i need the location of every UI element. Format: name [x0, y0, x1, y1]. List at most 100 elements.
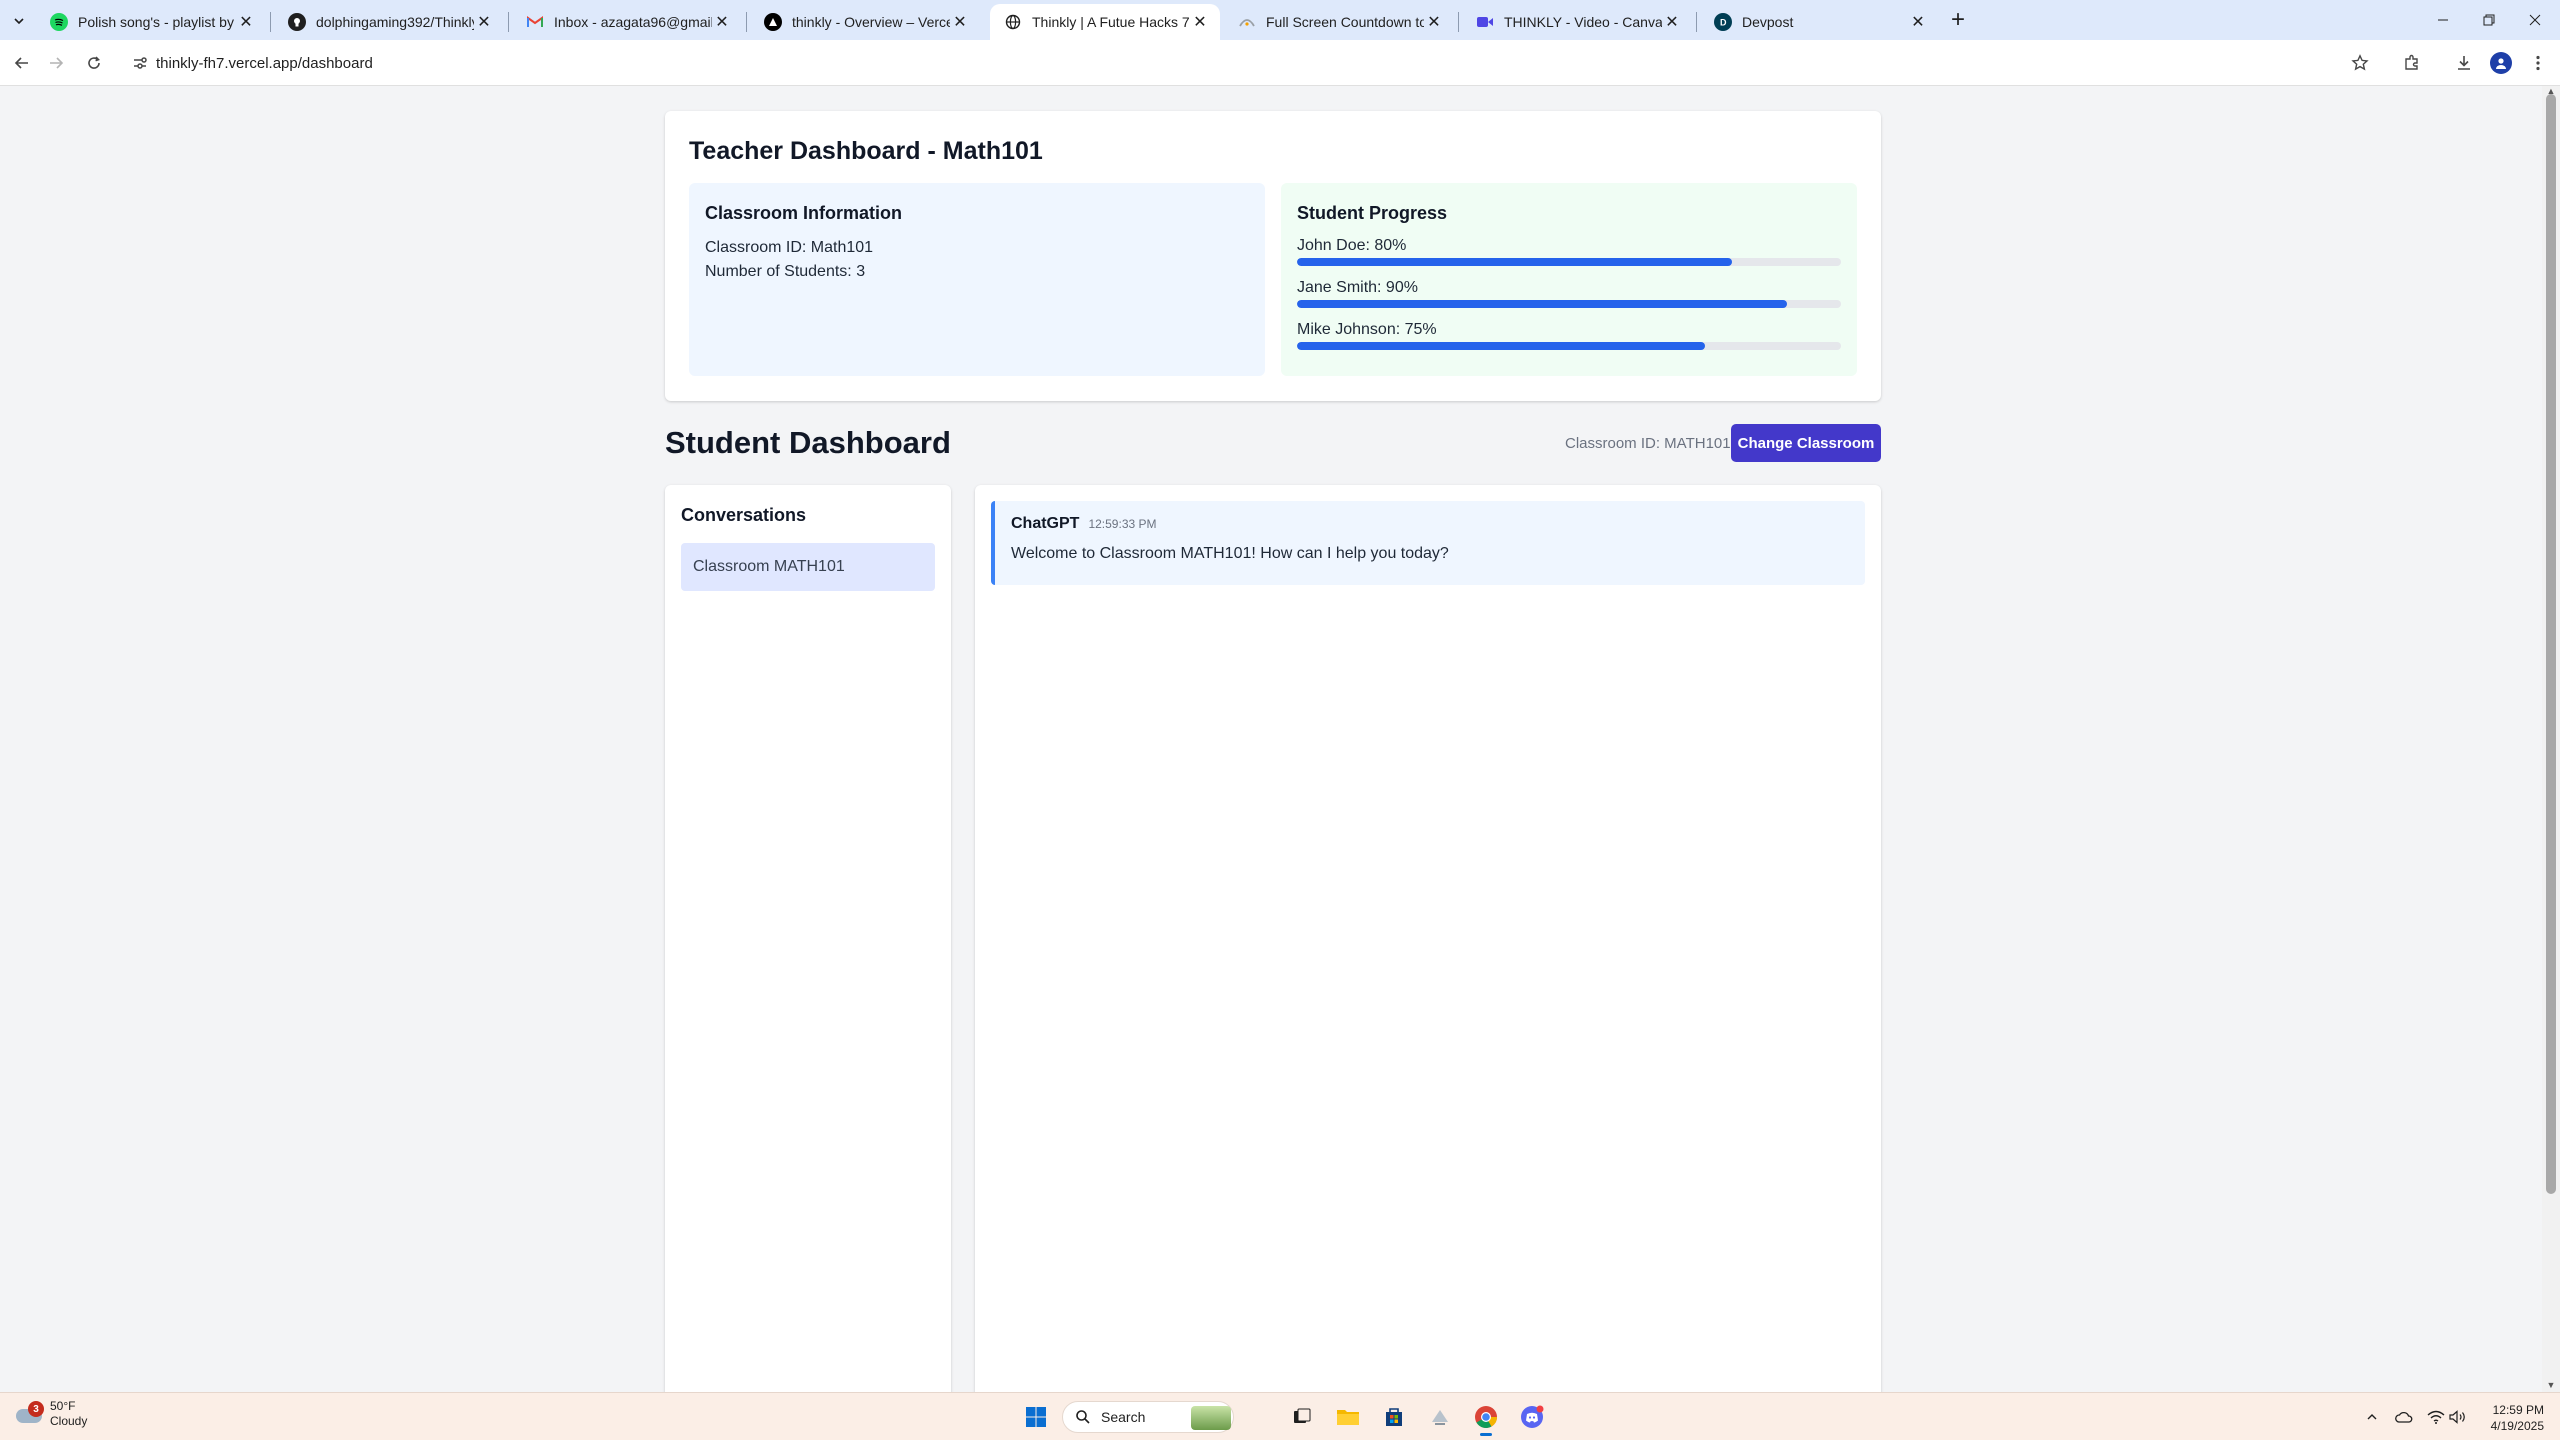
teacher-dashboard-title: Teacher Dashboard - Math101: [689, 137, 1043, 165]
clock-date: 4/19/2025: [2490, 1419, 2544, 1433]
tab-separator: [746, 12, 747, 32]
bookmark-star-icon[interactable]: [2348, 51, 2372, 75]
tab-title: Polish song's - playlist by Dolphingamin…: [78, 14, 236, 30]
close-tab-icon[interactable]: ✕: [712, 12, 732, 32]
student-progress-label: John Doe: 80%: [1297, 237, 1407, 254]
browser-tab-bar: Polish song's - playlist by Dolphingamin…: [0, 0, 2560, 40]
message-author: ChatGPT: [1011, 515, 1080, 532]
tab-github[interactable]: dolphingaming392/Thinkly ✕: [274, 4, 504, 40]
classroom-id-line: Classroom ID: Math101: [705, 239, 874, 256]
student-dashboard-title: Student Dashboard: [665, 425, 951, 460]
weather-temperature: 50°F: [50, 1399, 76, 1413]
weather-widget[interactable]: 3 50°F Cloudy: [16, 1399, 87, 1429]
teacher-dashboard-card: Teacher Dashboard - Math101 Classroom In…: [665, 111, 1881, 401]
close-tab-icon[interactable]: ✕: [1190, 12, 1210, 32]
progress-bar-fill: [1297, 300, 1787, 308]
search-placeholder: Search: [1101, 1409, 1146, 1425]
countdown-icon: [1238, 13, 1256, 31]
scroll-down-arrow-icon[interactable]: ▼: [2546, 1380, 2556, 1390]
tab-devpost[interactable]: D Devpost ✕: [1700, 4, 1938, 40]
weather-badge: 3: [28, 1401, 44, 1417]
close-tab-icon[interactable]: ✕: [950, 12, 970, 32]
chat-message: ChatGPT 12:59:33 PM Welcome to Classroom…: [991, 501, 1865, 585]
message-text: Welcome to Classroom MATH101! How can I …: [1011, 545, 1449, 562]
close-window-icon[interactable]: [2512, 0, 2558, 40]
tab-thinkly-active[interactable]: Thinkly | A Futue Hacks 7 Project ✕: [990, 4, 1220, 40]
close-tab-icon[interactable]: ✕: [474, 12, 494, 32]
downloads-icon[interactable]: [2452, 51, 2476, 75]
close-tab-icon[interactable]: ✕: [1424, 12, 1444, 32]
tab-title: Thinkly | A Futue Hacks 7 Project: [1032, 14, 1190, 30]
vercel-icon: [764, 13, 782, 31]
current-classroom-id: Classroom ID: MATH101: [1565, 435, 1731, 452]
restore-icon[interactable]: [2466, 0, 2512, 40]
tab-search-chevron-icon[interactable]: [6, 8, 32, 34]
windows-start-icon[interactable]: [1020, 1401, 1052, 1433]
number-of-students-line: Number of Students: 3: [705, 263, 866, 280]
page-scrollbar[interactable]: ▲ ▼: [2542, 86, 2560, 1392]
forward-arrow-icon[interactable]: [44, 51, 68, 75]
app-launcher-icon[interactable]: [1424, 1401, 1456, 1433]
spotify-icon: [50, 13, 68, 31]
volume-icon[interactable]: [2448, 1407, 2468, 1427]
close-tab-icon[interactable]: ✕: [1908, 12, 1928, 32]
browser-menu-icon[interactable]: [2526, 51, 2550, 75]
student-progress-label: Mike Johnson: 75%: [1297, 321, 1437, 338]
wifi-icon[interactable]: [2426, 1407, 2446, 1427]
devpost-icon: D: [1714, 13, 1732, 31]
chevron-up-icon[interactable]: [2362, 1407, 2382, 1427]
student-progress-heading: Student Progress: [1297, 203, 1448, 223]
message-timestamp: 12:59:33 PM: [1088, 517, 1157, 531]
url-text: thinkly-fh7.vercel.app/dashboard: [156, 54, 373, 72]
change-classroom-button[interactable]: Change Classroom: [1731, 424, 1881, 462]
github-icon: [288, 13, 306, 31]
new-tab-plus-icon[interactable]: +: [1945, 8, 1971, 34]
address-bar[interactable]: thinkly-fh7.vercel.app/dashboard: [118, 46, 2358, 80]
microsoft-store-icon[interactable]: [1378, 1401, 1410, 1433]
onedrive-cloud-icon[interactable]: [2394, 1407, 2414, 1427]
discord-icon[interactable]: [1516, 1401, 1548, 1433]
tab-countdown[interactable]: Full Screen Countdown to Apr 20 ✕: [1224, 4, 1454, 40]
scrollbar-thumb[interactable]: [2546, 94, 2556, 1194]
student-progress-panel: Student Progress John Doe: 80% Jane Smit…: [1281, 183, 1857, 376]
classroom-information-heading: Classroom Information: [705, 203, 903, 223]
tab-gmail[interactable]: Inbox - azagata96@gmail.com ✕: [512, 4, 742, 40]
tab-separator: [270, 12, 271, 32]
back-arrow-icon[interactable]: [10, 51, 34, 75]
svg-text:D: D: [1720, 18, 1727, 28]
reload-icon[interactable]: [82, 51, 106, 75]
file-explorer-icon[interactable]: [1332, 1401, 1364, 1433]
taskbar-search-box[interactable]: Search: [1062, 1401, 1234, 1433]
message-header: ChatGPT 12:59:33 PM: [1011, 515, 1849, 533]
task-view-icon[interactable]: [1286, 1401, 1318, 1433]
conversation-item-math101[interactable]: Classroom MATH101: [681, 543, 935, 591]
profile-avatar[interactable]: [2490, 52, 2512, 74]
tab-title: Devpost: [1742, 14, 1794, 30]
search-icon: [1076, 1410, 1090, 1424]
close-tab-icon[interactable]: ✕: [236, 12, 256, 32]
site-settings-icon[interactable]: [128, 51, 152, 75]
minimize-icon[interactable]: [2420, 0, 2466, 40]
tab-separator: [1696, 12, 1697, 32]
system-clock[interactable]: 12:59 PM 4/19/2025: [2474, 1402, 2544, 1434]
search-highlight-image: [1191, 1406, 1231, 1430]
page-content: Teacher Dashboard - Math101 Classroom In…: [0, 86, 2542, 1392]
tab-title: thinkly - Overview – Vercel: [792, 14, 950, 30]
chrome-icon[interactable]: [1470, 1401, 1502, 1436]
close-tab-icon[interactable]: ✕: [1662, 12, 1682, 32]
conversations-heading: Conversations: [681, 505, 807, 525]
progress-bar-track: [1297, 342, 1841, 350]
tab-canva[interactable]: THINKLY - Video - Canva ✕: [1462, 4, 1692, 40]
conversations-sidebar: Conversations Classroom MATH101: [665, 485, 951, 1392]
tab-vercel[interactable]: thinkly - Overview – Vercel ✕: [750, 4, 980, 40]
globe-icon: [1004, 13, 1022, 31]
classroom-information-panel: Classroom Information Classroom ID: Math…: [689, 183, 1265, 376]
tab-separator: [1458, 12, 1459, 32]
tab-title: Full Screen Countdown to Apr 20: [1266, 14, 1424, 30]
extensions-puzzle-icon[interactable]: [2400, 51, 2424, 75]
student-progress-row: Jane Smith: 90%: [1297, 278, 1841, 308]
student-progress-row: Mike Johnson: 75%: [1297, 320, 1841, 350]
student-progress-label: Jane Smith: 90%: [1297, 279, 1418, 296]
weather-description: Cloudy: [50, 1414, 88, 1428]
tab-spotify[interactable]: Polish song's - playlist by Dolphingamin…: [36, 4, 266, 40]
